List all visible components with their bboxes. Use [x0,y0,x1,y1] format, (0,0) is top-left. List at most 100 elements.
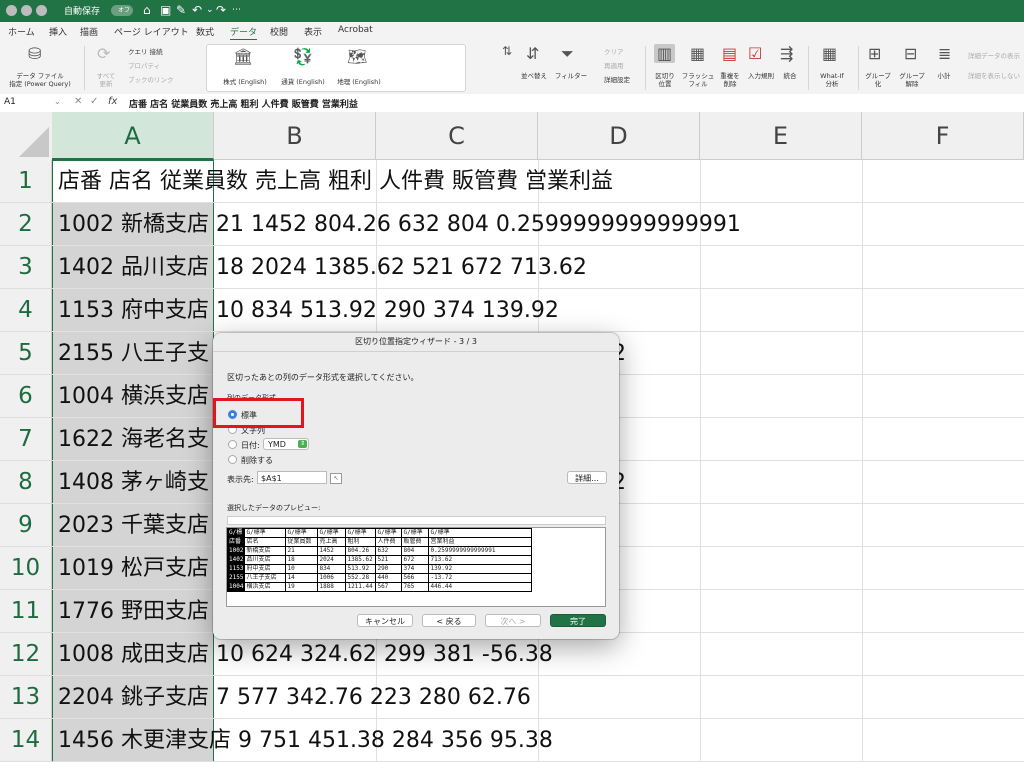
chevron-down-icon[interactable]: ⌄ [54,97,61,106]
close-window-button[interactable] [6,5,17,16]
stocks-button[interactable]: 株式 (English) [217,78,273,86]
cancel-button[interactable]: キャンセル [357,614,413,627]
filter-button[interactable]: フィルター [552,72,590,80]
group-button[interactable]: グループ 化 [862,72,894,88]
radio-skip[interactable] [228,455,237,464]
column-header-b[interactable]: B [214,112,376,160]
row-header[interactable]: 3 [0,246,52,289]
radio-date-label[interactable]: 日付: [241,440,260,451]
save-icon[interactable]: ▣ [160,3,171,17]
cell-a11[interactable]: 1776 野田支店 [58,590,209,633]
get-data-button[interactable]: データ ファイル 指定 (Power Query) [4,72,76,88]
show-detail-button[interactable]: 詳細データの表示 [968,52,1024,60]
undo-dropdown-icon[interactable]: ⌄ [206,5,214,15]
row-header[interactable]: 9 [0,504,52,547]
autosave-toggle[interactable]: オフ [111,5,133,16]
tab-draw[interactable]: 描画 [80,25,98,38]
next-button[interactable]: 次へ > [485,614,541,627]
column-header-c[interactable]: C [376,112,538,160]
range-picker-icon[interactable]: ↖ [330,473,342,484]
geography-button[interactable]: 地理 (English) [331,78,387,86]
zoom-window-button[interactable] [36,5,47,16]
column-header-a[interactable]: A [52,112,214,160]
redo-icon[interactable]: ↷ [216,3,226,17]
text-to-columns-button[interactable]: 区切り 位置 [648,72,682,88]
queries-connections-button[interactable]: クエリ 接続 [128,48,163,56]
properties-button[interactable]: プロパティ [128,62,160,70]
save-as-icon[interactable]: ✎ [176,3,186,17]
advanced-button[interactable]: 詳細... [567,471,607,484]
tab-formulas[interactable]: 数式 [196,25,214,38]
select-all-corner[interactable] [0,112,53,161]
flash-fill-button[interactable]: フラッシュ フィル [680,72,716,88]
row-header[interactable]: 1 [0,160,52,203]
reapply-button[interactable]: 再適用 [604,62,624,70]
cell-a12[interactable]: 1008 成田支店 10 624 324.62 299 381 -56.38 [58,633,553,676]
what-if-button[interactable]: What-If 分析 [812,72,852,88]
row-header[interactable]: 10 [0,547,52,590]
tab-insert[interactable]: 挿入 [49,25,67,38]
column-header-e[interactable]: E [700,112,862,160]
cell-a14[interactable]: 1456 木更津支店 9 751 451.38 284 356 95.38 [58,719,553,762]
data-preview[interactable]: G/標 G/標準 G/標準 G/標準 G/標準 G/標準 G/標準 G/標準 店番 店名 従業員数売… [226,527,606,607]
more-icon[interactable]: ⋯ [232,5,241,15]
cell-a13[interactable]: 2204 銚子支店 7 577 342.76 223 280 62.76 [58,676,531,719]
row-header[interactable]: 7 [0,418,52,461]
tab-acrobat[interactable]: Acrobat [338,25,373,35]
tab-page-layout[interactable]: ページ レイアウト [114,25,189,38]
radio-date[interactable] [228,440,237,449]
destination-input[interactable]: $A$1 [257,471,327,484]
row-header[interactable]: 6 [0,375,52,418]
cell-a10[interactable]: 1019 松戸支店 [58,547,209,590]
tab-data[interactable]: データ [230,25,258,41]
column-header-d[interactable]: D [538,112,700,160]
cell-a4[interactable]: 1153 府中支店 10 834 513.92 290 374 139.92 [58,289,559,332]
tab-review[interactable]: 校閲 [270,25,288,38]
data-validation-button[interactable]: 入力規則 [744,72,778,80]
name-box[interactable]: A1 [4,97,16,107]
column-header-f[interactable]: F [862,112,1024,160]
row-header[interactable]: 8 [0,461,52,504]
subtotal-button[interactable]: 小計 [932,72,956,80]
preview-format-header[interactable]: G/標準 [285,528,319,538]
sort-button[interactable]: 並べ替え [516,72,552,80]
row-header[interactable]: 4 [0,289,52,332]
cell-a7[interactable]: 1622 海老名支 [58,418,209,461]
row-header[interactable]: 11 [0,590,52,633]
back-button[interactable]: < 戻る [422,614,476,627]
currencies-button[interactable]: 通貨 (English) [275,78,331,86]
advanced-filter-button[interactable]: 詳細設定 [604,76,630,84]
ungroup-button[interactable]: グループ 解除 [896,72,928,88]
cell-a9[interactable]: 2023 千葉支店 [58,504,209,547]
row-header[interactable]: 13 [0,676,52,719]
preview-format-header[interactable]: G/標準 [401,528,430,538]
hide-detail-button[interactable]: 詳細を表示しない [968,72,1024,80]
row-header[interactable]: 14 [0,719,52,762]
radio-skip-label[interactable]: 削除する [241,455,273,466]
sort-asc-icon[interactable]: ⇅ [502,44,512,58]
workbook-links-button[interactable]: ブックのリンク [128,76,174,84]
refresh-all-button[interactable]: すべて 更新 [88,72,124,88]
formula-content[interactable]: 店番 店名 従業員数 売上高 粗利 人件費 販管費 営業利益 [129,97,358,110]
preview-format-header[interactable]: G/標準 [244,528,287,538]
cancel-icon[interactable]: ✕ [74,96,82,107]
minimize-window-button[interactable] [21,5,32,16]
remove-duplicates-button[interactable]: 重複を 削除 [714,72,746,88]
cell-a1[interactable]: 店番 店名 従業員数 売上高 粗利 人件費 販管費 営業利益 [58,160,613,203]
tab-view[interactable]: 表示 [304,25,322,38]
cell-a2[interactable]: 1002 新橋支店 21 1452 804.26 632 804 0.25999… [58,203,741,246]
preview-format-header[interactable]: G/標準 [317,528,347,538]
row-header[interactable]: 5 [0,332,52,375]
date-format-select[interactable]: YMD ⇕ [263,438,309,450]
consolidate-button[interactable]: 統合 [778,72,802,80]
cell-a3[interactable]: 1402 品川支店 18 2024 1385.62 521 672 713.62 [58,246,587,289]
clear-button[interactable]: クリア [604,48,624,56]
preview-format-header[interactable]: G/標準 [345,528,377,538]
check-icon[interactable]: ✓ [90,96,98,107]
fx-icon[interactable]: fx [108,96,117,107]
cell-a8[interactable]: 1408 茅ヶ崎支 [58,461,209,504]
cell-a5[interactable]: 2155 八王子支 [58,332,209,375]
preview-format-header[interactable]: G/標準 [375,528,403,538]
row-header[interactable]: 2 [0,203,52,246]
home-icon[interactable]: ⌂ [143,3,151,17]
